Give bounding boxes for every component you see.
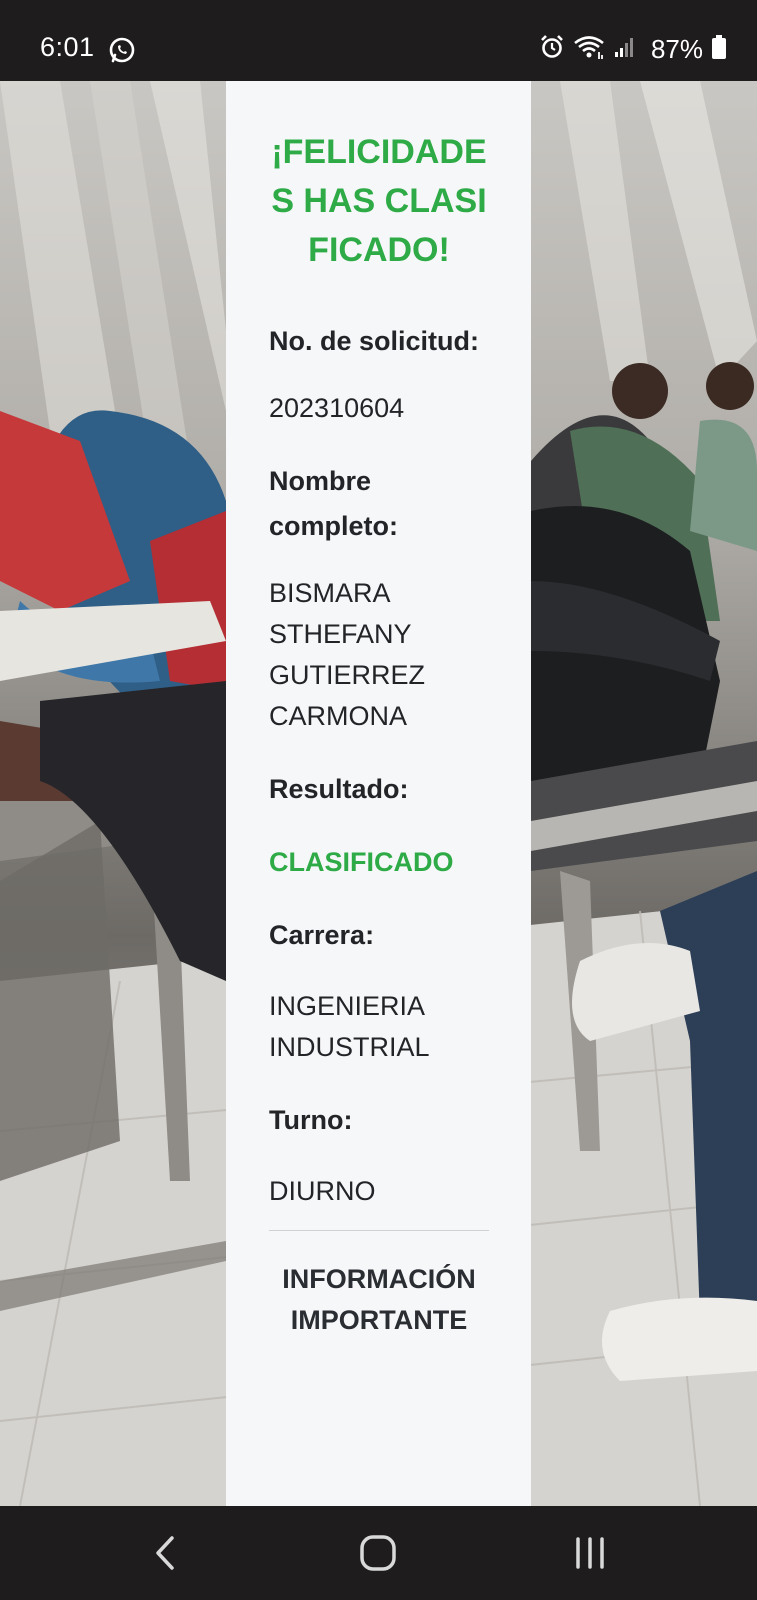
recents-button[interactable] [565, 1528, 615, 1578]
career-label: Carrera: [269, 920, 375, 950]
result-label: Resultado: [269, 774, 409, 804]
alarm-icon [539, 34, 565, 65]
status-bar: 6:01 87% [0, 0, 757, 81]
field-shift: Turno: DIURNO [269, 1098, 489, 1212]
field-result: Resultado: CLASIFICADO [269, 767, 489, 883]
shift-value: DIURNO [269, 1176, 376, 1206]
wifi-icon [573, 34, 605, 65]
divider [269, 1230, 489, 1231]
whatsapp-icon [108, 36, 136, 64]
home-icon [360, 1535, 396, 1571]
career-value: INGENIERIA INDUSTRIAL [269, 991, 430, 1062]
field-application-number: No. de solicitud: 202310604 [269, 319, 489, 429]
battery-percentage: 87% [650, 33, 703, 64]
signal-icon [613, 35, 637, 64]
recents-icon [576, 1537, 604, 1569]
shift-label: Turno: [269, 1105, 353, 1135]
result-card: ¡FELICIDADES HAS CLASIFICADO! No. de sol… [226, 81, 531, 1506]
important-info-heading[interactable]: INFORMACIÓN IMPORTANTE [269, 1259, 489, 1341]
home-button[interactable] [353, 1528, 403, 1578]
status-icons: 87% [539, 34, 727, 64]
status-time: 6:01 [40, 32, 95, 62]
application-number-label: No. de solicitud: [269, 326, 480, 356]
congratulations-title: ¡FELICIDADES HAS CLASIFICADO! [271, 133, 487, 269]
back-icon [156, 1536, 174, 1570]
application-number-value: 202310604 [269, 393, 405, 423]
back-button[interactable] [140, 1528, 190, 1578]
result-status-badge: CLASIFICADO [269, 847, 454, 877]
navigation-bar [0, 1506, 757, 1600]
field-career: Carrera: INGENIERIA INDUSTRIAL [269, 913, 489, 1068]
battery-icon [711, 34, 727, 65]
full-name-value: BISMARA STHEFANY GUTIERREZ CARMONA [269, 578, 426, 731]
full-name-label: Nombre completo: [269, 466, 399, 541]
field-full-name: Nombre completo: BISMARA STHEFANY GUTIER… [269, 459, 489, 737]
